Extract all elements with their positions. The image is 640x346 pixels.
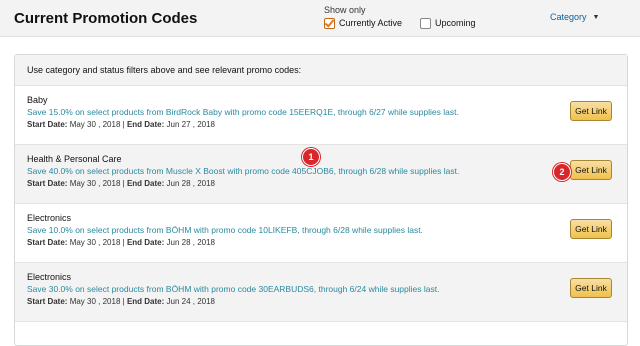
date-separator: | bbox=[122, 297, 125, 306]
promo-category: Health & Personal Care bbox=[27, 154, 122, 164]
filter-label: Currently Active bbox=[339, 18, 403, 28]
start-date-label: Start Date: bbox=[27, 297, 68, 306]
date-separator: | bbox=[122, 179, 125, 188]
promo-description[interactable]: Save 40.0% on select products from Muscl… bbox=[27, 166, 459, 176]
filter-label: Upcoming bbox=[435, 18, 476, 28]
promo-row: Electronics Save 10.0% on select product… bbox=[15, 204, 627, 263]
get-link-button[interactable]: Get Link bbox=[570, 278, 612, 298]
end-date-label: End Date: bbox=[126, 179, 165, 188]
promo-row: Baby Save 15.0% on select products from … bbox=[15, 86, 627, 145]
end-date: Jun 27 , 2018 bbox=[166, 120, 215, 129]
page-title: Current Promotion Codes bbox=[14, 10, 198, 27]
end-date: Jun 28 , 2018 bbox=[166, 238, 215, 247]
get-link-button[interactable]: Get Link bbox=[570, 101, 612, 121]
annotation-marker-2: 2 bbox=[553, 163, 571, 181]
start-date: May 30 , 2018 bbox=[69, 238, 121, 247]
annotation-marker-1: 1 bbox=[302, 148, 320, 166]
checkmark-icon[interactable] bbox=[324, 17, 335, 29]
promo-category: Electronics bbox=[27, 272, 72, 282]
instructions-text: Use category and status filters above an… bbox=[27, 65, 302, 75]
promo-description[interactable]: Save 30.0% on select products from BÖHM … bbox=[27, 284, 439, 294]
date-separator: | bbox=[122, 238, 125, 247]
filter-currently-active[interactable]: Currently Active bbox=[324, 16, 402, 30]
start-date-label: Start Date: bbox=[27, 179, 68, 188]
caret-down-icon: ▼ bbox=[592, 13, 600, 21]
end-date: Jun 24 , 2018 bbox=[166, 297, 215, 306]
category-dropdown[interactable]: Category ▼ bbox=[550, 12, 599, 22]
get-link-button[interactable]: Get Link bbox=[570, 160, 612, 180]
start-date: May 30 , 2018 bbox=[69, 297, 121, 306]
start-date-label: Start Date: bbox=[27, 238, 68, 247]
promo-dates: Start Date: May 30 , 2018 | End Date: Ju… bbox=[27, 120, 215, 129]
promo-dates: Start Date: May 30 , 2018 | End Date: Ju… bbox=[27, 179, 215, 188]
promo-description[interactable]: Save 10.0% on select products from BÖHM … bbox=[27, 225, 423, 235]
end-date: Jun 28 , 2018 bbox=[166, 179, 215, 188]
promo-dates: Start Date: May 30 , 2018 | End Date: Ju… bbox=[27, 238, 215, 247]
end-date-label: End Date: bbox=[126, 120, 165, 129]
end-date-label: End Date: bbox=[126, 238, 165, 247]
promo-panel: Use category and status filters above an… bbox=[14, 54, 628, 346]
category-label: Category bbox=[550, 12, 587, 22]
start-date: May 30 , 2018 bbox=[69, 120, 121, 129]
checkbox-icon[interactable] bbox=[420, 17, 431, 29]
promo-row: Electronics Save 30.0% on select product… bbox=[15, 263, 627, 322]
header-bar: Current Promotion Codes Show only Curren… bbox=[0, 0, 640, 37]
start-date-label: Start Date: bbox=[27, 120, 68, 129]
date-separator: | bbox=[122, 120, 125, 129]
promo-description[interactable]: Save 15.0% on select products from BirdR… bbox=[27, 107, 459, 117]
start-date: May 30 , 2018 bbox=[69, 179, 121, 188]
promo-dates: Start Date: May 30 , 2018 | End Date: Ju… bbox=[27, 297, 215, 306]
promo-row: Health & Personal Care Save 40.0% on sel… bbox=[15, 145, 627, 204]
filter-upcoming[interactable]: Upcoming bbox=[420, 16, 476, 30]
end-date-label: End Date: bbox=[126, 297, 165, 306]
promo-category: Electronics bbox=[27, 213, 72, 223]
instructions-bar: Use category and status filters above an… bbox=[15, 55, 627, 86]
promo-category: Baby bbox=[27, 95, 48, 105]
get-link-button[interactable]: Get Link bbox=[570, 219, 612, 239]
show-only-label: Show only bbox=[324, 5, 366, 15]
